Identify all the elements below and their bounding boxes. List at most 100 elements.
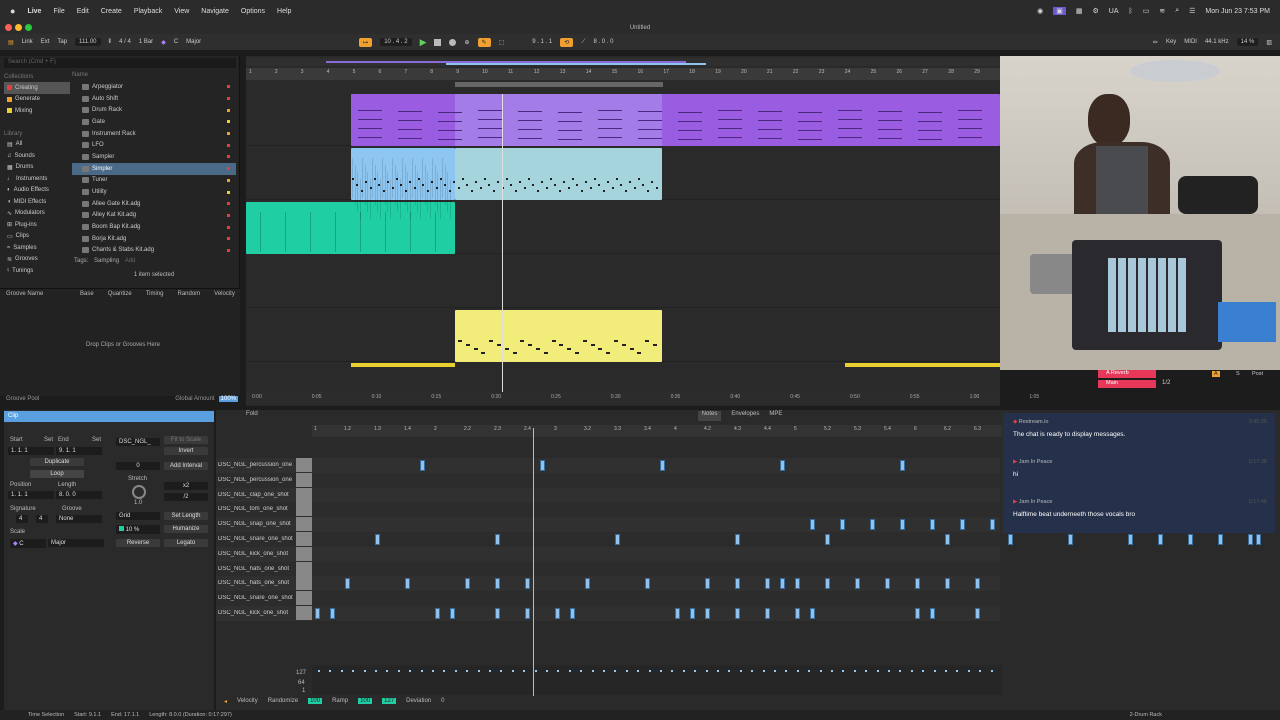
menu-clock[interactable]: Mon Jun 23 7:53 PM: [1205, 8, 1270, 15]
menu-create[interactable]: Create: [101, 8, 122, 15]
velocity-marker[interactable]: [694, 670, 697, 672]
velocity-marker[interactable]: [466, 670, 469, 672]
velocity-marker[interactable]: [648, 670, 651, 672]
lane-key[interactable]: [296, 472, 312, 487]
velocity-marker[interactable]: [796, 670, 799, 672]
velocity-marker[interactable]: [352, 670, 355, 672]
loop-button[interactable]: Loop: [30, 470, 84, 478]
velocity-marker[interactable]: [785, 670, 788, 672]
velocity-marker[interactable]: [979, 670, 982, 672]
return-a-reverb[interactable]: A Reverb: [1098, 370, 1156, 378]
browser-item[interactable]: Boom Bap Kit.adg: [72, 221, 236, 233]
drum-lane[interactable]: DSC_NGL_snap_one_shot: [216, 517, 1000, 532]
scale-select[interactable]: Major: [186, 39, 201, 45]
menu-edit[interactable]: Edit: [77, 8, 89, 15]
ext-button[interactable]: Ext: [41, 39, 50, 45]
status-device[interactable]: 2-Drum Rack: [1130, 712, 1162, 718]
midi-note[interactable]: [975, 608, 980, 619]
velocity-marker[interactable]: [625, 670, 628, 672]
browser-item[interactable]: Auto Shift: [72, 93, 236, 105]
velocity-marker[interactable]: [967, 670, 970, 672]
midi-note[interactable]: [855, 578, 860, 590]
velocity-marker[interactable]: [329, 670, 332, 672]
stop-icon[interactable]: [434, 38, 442, 46]
close-window-icon[interactable]: [5, 24, 12, 31]
midi-note[interactable]: [345, 578, 350, 590]
session-record-icon[interactable]: ⬚: [499, 39, 505, 46]
drum-lane[interactable]: DSC_NGL_kick_one_shot: [216, 546, 1000, 562]
loop-switch-icon[interactable]: ⟲: [560, 37, 574, 47]
midi-note[interactable]: [945, 578, 950, 590]
minimize-window-icon[interactable]: [15, 24, 22, 31]
midi-note[interactable]: [315, 608, 320, 619]
velocity-marker[interactable]: [728, 670, 731, 672]
lane-key[interactable]: [296, 591, 312, 606]
humanize-button[interactable]: Humanize: [164, 525, 208, 533]
humanize-amount[interactable]: 10 %: [116, 525, 160, 534]
bluetooth-icon[interactable]: ᛒ: [1129, 8, 1133, 15]
screen-share-icon[interactable]: ▣: [1053, 7, 1066, 15]
velocity-marker[interactable]: [397, 670, 400, 672]
browser-item[interactable]: Borja Kit.adg: [72, 233, 236, 245]
browser-item[interactable]: Gate: [72, 116, 236, 128]
menu-options[interactable]: Options: [241, 8, 265, 15]
midi-note[interactable]: [690, 608, 695, 619]
velocity-marker[interactable]: [819, 670, 822, 672]
name-column-header[interactable]: Name: [72, 72, 236, 78]
midi-note[interactable]: [915, 578, 920, 590]
search-icon[interactable]: ⌕: [1175, 7, 1179, 15]
midi-note[interactable]: [885, 578, 890, 590]
velocity-marker[interactable]: [386, 670, 389, 672]
midi-note[interactable]: [465, 578, 470, 590]
browser-item[interactable]: Instrument Rack: [72, 128, 236, 140]
midi-note[interactable]: [780, 578, 785, 590]
midi-note[interactable]: [330, 608, 335, 619]
overview-icon[interactable]: ▥: [1266, 39, 1272, 46]
velocity-marker[interactable]: [318, 670, 320, 672]
tap-button[interactable]: Tap: [57, 39, 67, 45]
midi-note[interactable]: [1068, 534, 1073, 545]
velocity-marker[interactable]: [511, 670, 514, 672]
global-amount-value[interactable]: 100%: [218, 396, 238, 402]
velocity-marker[interactable]: [454, 670, 457, 672]
library-instruments[interactable]: ♩ Instruments: [4, 173, 70, 185]
midi-note[interactable]: [765, 608, 770, 619]
midi-note[interactable]: [450, 608, 455, 619]
velocity-marker[interactable]: [671, 670, 674, 672]
velocity-marker[interactable]: [945, 670, 947, 672]
browser-item[interactable]: Utility: [72, 186, 236, 198]
midi-note[interactable]: [780, 460, 785, 471]
velocity-marker[interactable]: [910, 670, 913, 672]
menu-file[interactable]: File: [53, 8, 64, 15]
ramp-end[interactable]: 127: [382, 698, 397, 704]
play-icon[interactable]: ▶: [420, 37, 427, 48]
menu-navigate[interactable]: Navigate: [201, 8, 229, 15]
menu-app-name[interactable]: Live: [27, 8, 41, 15]
clip-scale-name[interactable]: Major: [48, 539, 104, 547]
velocity-marker[interactable]: [546, 670, 548, 672]
apple-icon[interactable]: ●: [10, 6, 15, 16]
browser-item[interactable]: Allee Gate Kit.adg: [72, 198, 236, 210]
midi-note[interactable]: [495, 578, 500, 590]
link-button[interactable]: Link: [22, 39, 33, 45]
velocity-marker[interactable]: [774, 670, 776, 672]
midi-note[interactable]: [675, 608, 680, 619]
legato-button[interactable]: Legato: [164, 539, 208, 547]
velocity-marker[interactable]: [523, 670, 526, 672]
velocity-marker[interactable]: [865, 670, 868, 672]
lane-key[interactable]: [296, 458, 312, 472]
velocity-marker[interactable]: [489, 670, 491, 672]
velocity-marker[interactable]: [580, 670, 583, 672]
tab-envelopes[interactable]: Envelopes: [731, 411, 759, 421]
velocity-marker[interactable]: [762, 670, 765, 672]
settings-icon[interactable]: ⚙: [1092, 7, 1098, 15]
midi-note[interactable]: [735, 608, 740, 619]
battery-icon[interactable]: ▭: [1143, 7, 1150, 15]
lane-key[interactable]: [296, 606, 312, 620]
midi-note[interactable]: [810, 519, 815, 531]
midi-note[interactable]: [915, 608, 920, 619]
position-field[interactable]: 1. 1. 1: [8, 491, 54, 499]
browser-item[interactable]: Chants & Stabs Kit.adg: [72, 245, 236, 257]
library-sounds[interactable]: ♫ Sounds: [4, 150, 70, 162]
ramp-button[interactable]: Ramp: [332, 698, 348, 704]
